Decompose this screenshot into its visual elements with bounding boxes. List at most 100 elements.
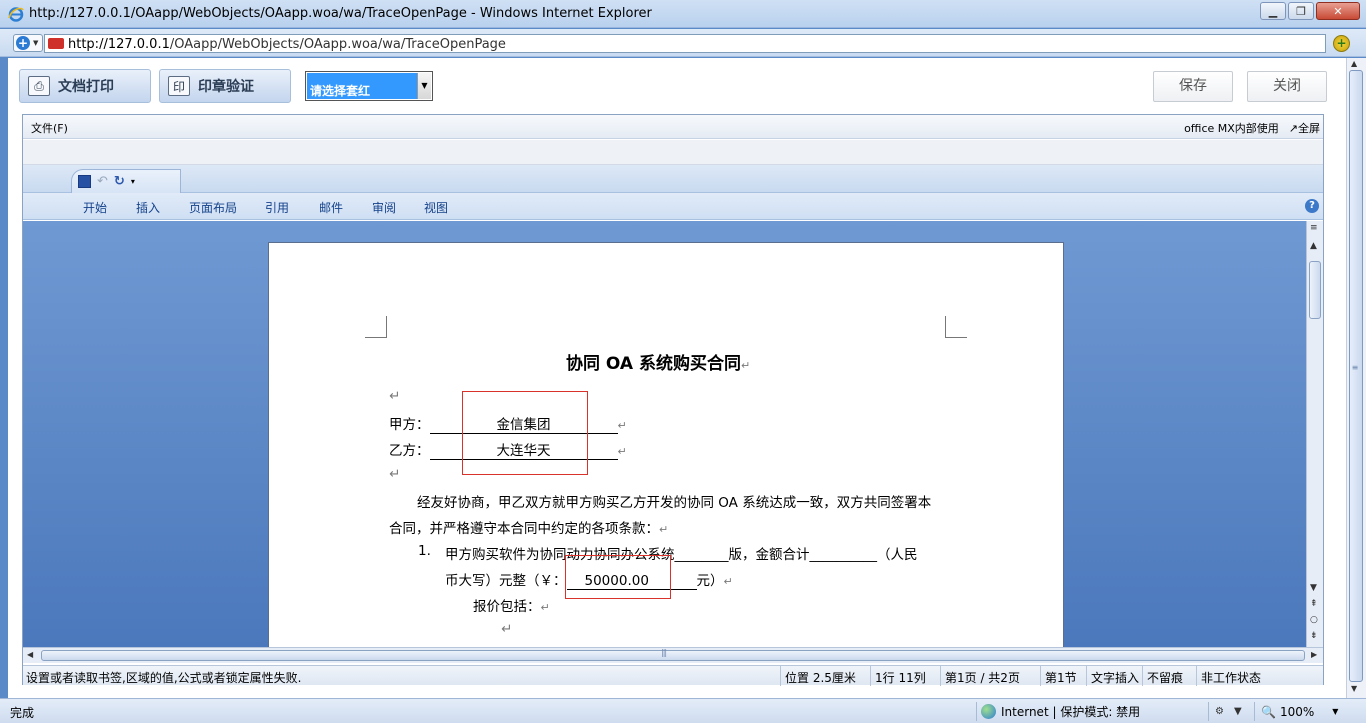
status-done: 完成 (10, 704, 34, 721)
document-horizontal-scrollbar[interactable]: ◀ ||| ▶ (23, 647, 1323, 663)
certificate-error-icon (48, 38, 64, 49)
scroll-down-icon[interactable]: ▼ (1351, 684, 1357, 693)
close-window-button[interactable]: ✕ (1316, 2, 1360, 20)
dropdown-arrow-icon: ▼ (33, 39, 38, 47)
app-toolbar: ⎙ 文档打印 印 印章验证 请选择套红 ▼ 保存 关闭 (8, 63, 1346, 111)
security-zone-label: Internet | 保护模式: 禁用 (1001, 703, 1140, 720)
security-zone[interactable]: Internet | 保护模式: 禁用 (976, 702, 1140, 721)
tab-references[interactable]: 引用 (265, 199, 289, 216)
chevron-down-icon: ▼ (1234, 706, 1242, 717)
print-document-button[interactable]: ⎙ 文档打印 (19, 69, 151, 103)
window-titlebar: http://127.0.0.1/OAapp/WebObjects/OAapp.… (0, 0, 1366, 28)
party-a-label: 甲方： (389, 417, 430, 433)
globe-icon (981, 704, 996, 719)
office-statusbar: 设置或者读取书签,区域的值,公式或者锁定属性失败. 位置 2.5厘米 1行 11… (23, 665, 1323, 685)
quick-access-toolbar: ↶ ↻ ▾ (23, 165, 1323, 193)
scroll-left-icon[interactable]: ◀ (27, 650, 33, 659)
compatibility-view-icon[interactable]: + (1333, 35, 1350, 52)
protected-mode-toggle[interactable]: ⚙ ▼ (1208, 702, 1242, 721)
document-vertical-scrollbar[interactable]: ≡ ▲ ▼ ⇞ ○ ⇟ (1306, 221, 1323, 647)
seal-label: 印章验证 (198, 76, 254, 96)
zoom-level: 100% (1280, 705, 1314, 719)
customize-dropdown-icon[interactable]: ▾ (131, 177, 135, 186)
verify-seal-button[interactable]: 印 印章验证 (159, 69, 291, 103)
printer-icon: ⎙ (28, 76, 50, 96)
paragraph-mark: ↵ (389, 388, 400, 404)
office-info-label: office MX内部使用 (1184, 120, 1279, 136)
office-empty-toolbar (23, 140, 1323, 165)
document-scroll-thumb[interactable] (1309, 261, 1321, 319)
url-host: http://127.0.0.1 (68, 37, 170, 52)
chevron-down-icon: ▼ (1332, 707, 1338, 716)
scroll-grip-icon: ||| (661, 648, 666, 657)
status-page: 第1页 / 共2页 (940, 666, 1040, 686)
paragraph-mark: ↵ (501, 621, 512, 637)
template-select[interactable]: 请选择套红 ▼ (305, 71, 433, 101)
item-1-number: 1. (418, 543, 431, 559)
template-select-value: 请选择套红 (307, 73, 417, 99)
zoom-control[interactable]: 🔍 100% ▼ (1254, 702, 1338, 721)
page-vertical-scrollbar[interactable]: ▲ ≡ ▼ (1346, 58, 1366, 698)
previous-page-icon[interactable]: ⇞ (1310, 599, 1318, 609)
amount-field-highlight-box (565, 555, 671, 599)
document-title: 协同 OA 系统购买合同↵ (566, 349, 750, 374)
document-area: 协同 OA 系统购买合同↵ ↵ 甲方：金信集团↵ 乙方：大连华天↵ ↵ 经友好协… (23, 221, 1306, 647)
quick-access-group: ↶ ↻ ▾ (71, 169, 181, 193)
address-bar: + ▼ http://127.0.0.1/OAapp/WebObjects/OA… (0, 29, 1366, 57)
tab-mailings[interactable]: 邮件 (319, 199, 343, 216)
save-icon[interactable] (78, 175, 91, 188)
office-control: 文件(F) office MX内部使用 ↗全屏 ↶ ↻ ▾ 开始 插入 页面布局… (22, 114, 1324, 685)
redo-icon[interactable]: ↻ (114, 174, 125, 189)
horizontal-scroll-thumb[interactable] (41, 650, 1305, 661)
url-path: /OAapp/WebObjects/OAapp.woa/wa/TraceOpen… (170, 37, 506, 52)
tab-review[interactable]: 审阅 (372, 199, 396, 216)
tab-insert[interactable]: 插入 (136, 199, 160, 216)
party-b-label: 乙方： (389, 443, 430, 459)
item-1-line-1: 甲方购买软件为协同动力协同办公系统________版，金额合计_________… (445, 543, 918, 563)
help-icon[interactable]: ? (1305, 199, 1319, 213)
margin-corner-mark (945, 316, 967, 338)
status-message: 设置或者读取书签,区域的值,公式或者锁定属性失败. (26, 669, 301, 686)
undo-icon[interactable]: ↶ (97, 174, 108, 189)
url-input[interactable]: http://127.0.0.1/OAapp/WebObjects/OAapp.… (44, 34, 1326, 53)
tab-home[interactable]: 开始 (83, 199, 107, 216)
seal-icon: 印 (168, 76, 190, 96)
close-button[interactable]: 关闭 (1247, 71, 1327, 102)
scroll-up-icon[interactable]: ▲ (1351, 59, 1357, 68)
status-line-col: 1行 11列 (870, 666, 940, 686)
scroll-grip-icon: ≡ (1351, 366, 1359, 369)
status-work-state: 非工作状态 (1196, 666, 1322, 686)
zoom-icon: 🔍 (1261, 705, 1276, 719)
scroll-right-icon[interactable]: ▶ (1311, 650, 1317, 659)
scroll-up-icon[interactable]: ▲ (1310, 241, 1317, 251)
status-track: 不留痕 (1142, 666, 1196, 686)
maximize-button[interactable]: ❐ (1288, 2, 1314, 20)
page-scroll-thumb[interactable] (1349, 70, 1363, 682)
next-page-icon[interactable]: ⇟ (1310, 631, 1318, 641)
select-browse-object-icon[interactable]: ○ (1310, 615, 1318, 625)
tab-page-layout[interactable]: 页面布局 (189, 199, 237, 216)
paragraph-1-line-2: 合同，并严格遵守本合同中约定的各项条款：↵ (389, 517, 668, 537)
internet-explorer-icon (8, 6, 24, 22)
new-tab-button[interactable]: + ▼ (13, 34, 43, 52)
ribbon-tabs: 开始 插入 页面布局 引用 邮件 审阅 视图 ? (23, 193, 1323, 220)
fullscreen-button[interactable]: ↗全屏 (1289, 120, 1320, 136)
url-text: http://127.0.0.1/OAapp/WebObjects/OAapp.… (68, 37, 506, 52)
scroll-down-icon[interactable]: ▼ (1310, 583, 1317, 593)
tab-view[interactable]: 视图 (424, 199, 448, 216)
party-field-highlight-box (462, 391, 588, 475)
status-position: 位置 2.5厘米 (780, 666, 870, 686)
browser-statusbar: 完成 Internet | 保护模式: 禁用 ⚙ ▼ 🔍 100% ▼ (0, 698, 1366, 723)
save-button[interactable]: 保存 (1153, 71, 1233, 102)
file-menu[interactable]: 文件(F) (31, 120, 68, 136)
paragraph-1-line-1: 经友好协商，甲乙双方就甲方购买乙方开发的协同 OA 系统达成一致，双方共同签署本 (417, 491, 931, 511)
minimize-button[interactable]: ▁ (1260, 2, 1286, 20)
ruler-toggle-icon[interactable]: ≡ (1310, 223, 1318, 233)
gear-icon: ⚙ (1215, 706, 1224, 717)
status-insert-mode: 文字插入 (1086, 666, 1142, 686)
margin-corner-mark (365, 316, 387, 338)
document-page[interactable]: 协同 OA 系统购买合同↵ ↵ 甲方：金信集团↵ 乙方：大连华天↵ ↵ 经友好协… (268, 242, 1064, 647)
window-title: http://127.0.0.1/OAapp/WebObjects/OAapp.… (29, 6, 652, 21)
chevron-down-icon[interactable]: ▼ (417, 73, 431, 99)
status-section: 第1节 (1040, 666, 1086, 686)
